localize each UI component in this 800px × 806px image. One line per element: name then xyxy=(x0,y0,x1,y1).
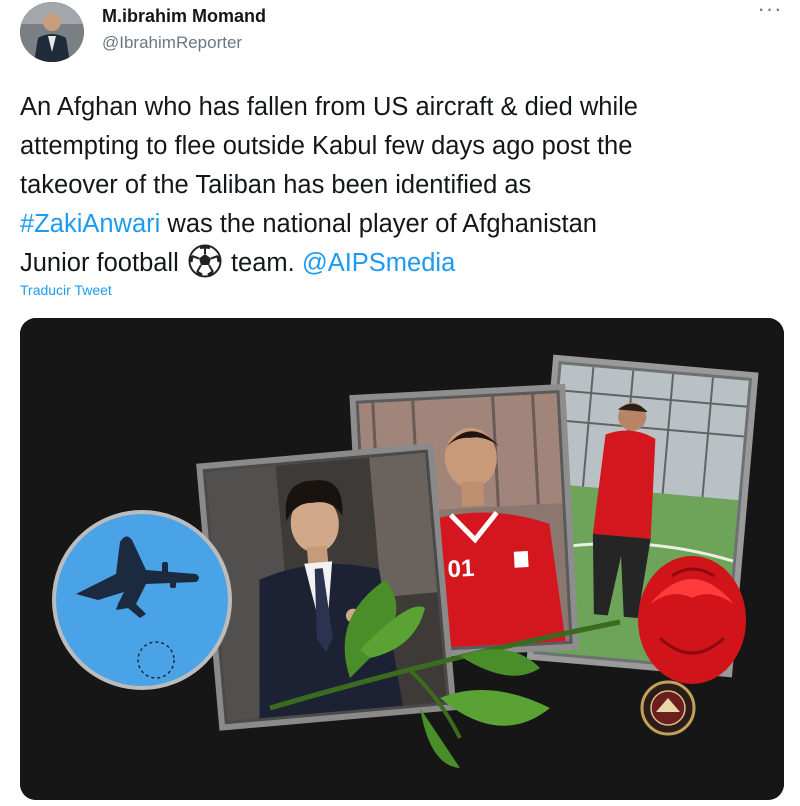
tweet-text-line: #ZakiAnwari was the national player of A… xyxy=(20,205,790,244)
author-handle[interactable]: @IbrahimReporter xyxy=(102,33,242,53)
more-options-button[interactable]: ··· xyxy=(752,0,788,26)
translate-tweet-link[interactable]: Traducir Tweet xyxy=(20,282,112,298)
tweet-card: M.ibrahim Momand @IbrahimReporter ··· An… xyxy=(0,0,800,806)
author-name[interactable]: M.ibrahim Momand xyxy=(102,6,266,27)
mention-link[interactable]: @AIPSmedia xyxy=(302,249,455,277)
tweet-text-line: attempting to flee outside Kabul few day… xyxy=(20,132,633,160)
tweet-text-segment: team. xyxy=(223,249,302,277)
soccer-ball-icon xyxy=(188,244,222,278)
photo-player-suit xyxy=(196,443,457,731)
hashtag-link[interactable]: #ZakiAnwari xyxy=(20,210,160,238)
tweet-text-line: takeover of the Taliban has been identif… xyxy=(20,171,532,199)
tweet-text: An Afghan who has fallen from US aircraf… xyxy=(20,88,790,283)
airplane-photo-circle xyxy=(52,510,232,690)
tweet-media[interactable]: 01 xyxy=(20,318,784,800)
tweet-text-line: Junior football team. @AIPSmedia xyxy=(20,244,790,283)
avatar-image xyxy=(20,2,84,62)
media-image: 01 xyxy=(20,318,784,800)
tweet-text-segment: was the national player of Afghanistan xyxy=(160,210,597,238)
tweet-text-line: An Afghan who has fallen from US aircraf… xyxy=(20,93,638,121)
jersey-number: 01 xyxy=(447,555,475,583)
emblem-icon xyxy=(640,680,696,736)
avatar[interactable] xyxy=(20,2,84,62)
tweet-text-segment: Junior football xyxy=(20,249,186,277)
